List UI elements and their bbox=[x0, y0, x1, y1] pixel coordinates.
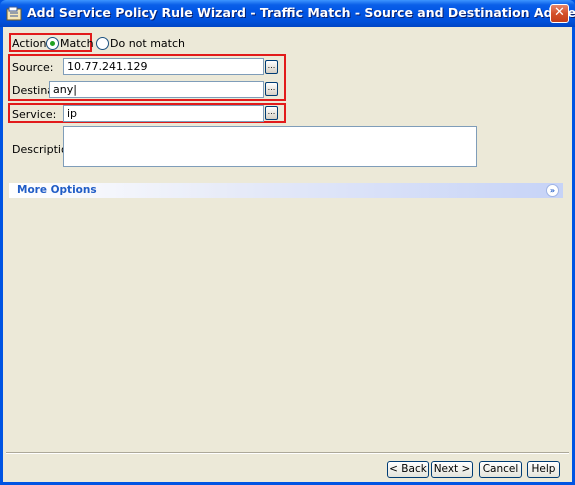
more-options-bar[interactable]: More Options » bbox=[9, 183, 563, 198]
back-button[interactable]: < Back bbox=[387, 461, 429, 478]
match-radio[interactable] bbox=[46, 37, 59, 50]
title-bar[interactable]: Add Service Policy Rule Wizard - Traffic… bbox=[0, 0, 575, 27]
source-browse-button[interactable]: ... bbox=[265, 60, 278, 74]
destination-value: any bbox=[53, 83, 74, 96]
destination-browse-button[interactable]: ... bbox=[265, 82, 278, 96]
double-chevron-down-icon[interactable]: » bbox=[546, 184, 559, 197]
source-input[interactable]: 10.77.241.129 bbox=[63, 58, 264, 75]
service-browse-button[interactable]: ... bbox=[265, 106, 278, 120]
radio-selected-dot bbox=[50, 41, 55, 46]
action-label: Action: bbox=[12, 37, 51, 50]
window-title: Add Service Policy Rule Wizard - Traffic… bbox=[27, 5, 575, 20]
source-label: Source: bbox=[12, 61, 54, 74]
app-icon bbox=[6, 6, 22, 21]
do-not-match-radio[interactable] bbox=[96, 37, 109, 50]
help-button[interactable]: Help bbox=[527, 461, 560, 478]
close-button[interactable]: ✕ bbox=[550, 4, 569, 23]
description-textarea[interactable] bbox=[63, 126, 477, 167]
wizard-window: Add Service Policy Rule Wizard - Traffic… bbox=[0, 0, 575, 485]
do-not-match-radio-label[interactable]: Do not match bbox=[110, 37, 185, 50]
destination-input[interactable]: any| bbox=[49, 81, 264, 98]
text-cursor: | bbox=[73, 83, 77, 96]
cancel-button[interactable]: Cancel bbox=[479, 461, 522, 478]
next-button[interactable]: Next > bbox=[431, 461, 473, 478]
service-label: Service: bbox=[12, 108, 57, 121]
service-input[interactable]: ip bbox=[63, 105, 264, 122]
more-options-label[interactable]: More Options bbox=[17, 184, 97, 196]
button-bar-separator bbox=[6, 452, 569, 454]
match-radio-label[interactable]: Match bbox=[60, 37, 94, 50]
wizard-content: Action: Match Do not match Source: 10.77… bbox=[3, 27, 572, 482]
close-icon: ✕ bbox=[554, 5, 565, 20]
